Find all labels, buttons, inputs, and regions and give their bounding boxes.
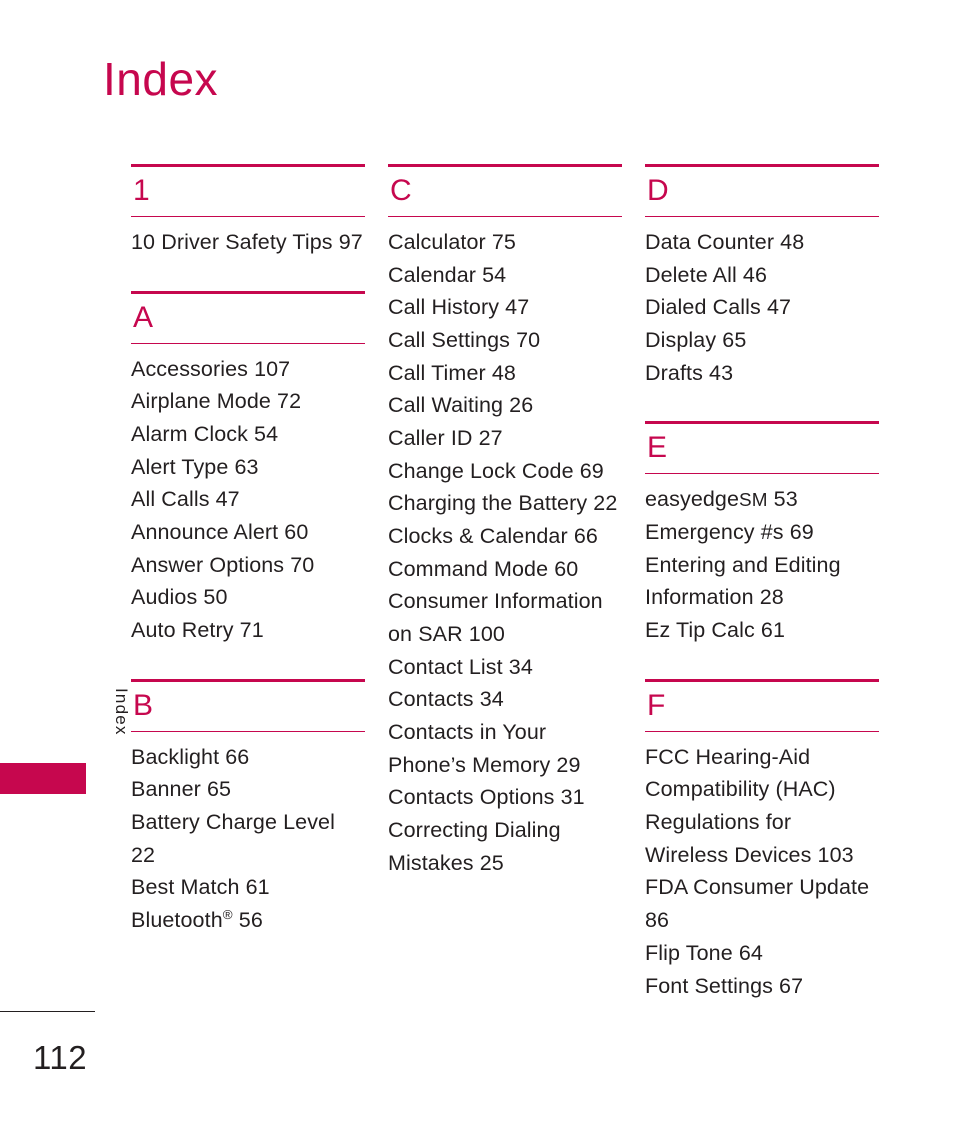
index-entry[interactable]: Airplane Mode 72	[131, 385, 365, 418]
index-column: 1 10 Driver Safety Tips 97 A Accessories 10…	[131, 164, 365, 937]
section-letter-heading: 1	[133, 174, 150, 207]
index-entry[interactable]: Charging the Battery 22	[388, 487, 622, 520]
index-entry[interactable]: Alert Type 63	[131, 451, 365, 484]
section-letter-heading: A	[133, 300, 154, 334]
index-entry[interactable]: Emergency #s 69	[645, 516, 879, 549]
index-entry[interactable]: Correcting Dialing Mistakes 25	[388, 814, 622, 879]
index-entry[interactable]: Entering and Editing Information 28	[645, 549, 879, 614]
index-entry[interactable]: Answer Options 70	[131, 549, 365, 582]
index-letter-section: C Calculator 75 Calendar 54 Call History 47…	[388, 164, 622, 879]
index-entry[interactable]: Call Timer 48	[388, 357, 622, 390]
index-entry[interactable]: Alarm Clock 54	[131, 418, 365, 451]
index-letter-section: D Data Counter 48 Delete All 46 Dialed Call…	[645, 164, 879, 389]
index-entry[interactable]: Dialed Calls 47	[645, 291, 879, 324]
index-entry-list: Data Counter 48 Delete All 46 Dialed Calls…	[645, 217, 879, 389]
index-letter-section: 1 10 Driver Safety Tips 97	[131, 164, 365, 259]
index-entry[interactable]: Flip Tone 64	[645, 937, 879, 970]
index-entry-list: FCC Hearing-Aid Compatibility (HAC) Regu…	[645, 732, 879, 1002]
index-entry[interactable]: Change Lock Code 69	[388, 455, 622, 488]
index-entry-list: easyedgeSM 53 Emergency #s 69 Entering and…	[645, 474, 879, 646]
index-entry-list: Calculator 75 Calendar 54 Call History 47 C…	[388, 217, 622, 879]
index-entry[interactable]: easyedgeSM 53	[645, 483, 879, 516]
index-entry[interactable]: Announce Alert 60	[131, 516, 365, 549]
section-letter-heading: D	[647, 174, 669, 207]
section-letter-heading: B	[133, 688, 154, 722]
index-column: C Calculator 75 Calendar 54 Call History 47…	[388, 164, 622, 879]
index-entry-list: Backlight 66 Banner 65 Battery Charge Leve…	[131, 732, 365, 937]
page-title: Index	[103, 53, 219, 105]
index-entry[interactable]: Drafts 43	[645, 357, 879, 390]
side-tab-label: Index	[112, 688, 131, 736]
section-letter-heading: E	[647, 431, 668, 465]
index-entry[interactable]: Delete All 46	[645, 259, 879, 292]
section-letter-heading: C	[390, 174, 412, 207]
index-entry[interactable]: Contacts Options 31	[388, 781, 622, 814]
footer-divider	[0, 1011, 95, 1012]
index-entry[interactable]: Contacts 34	[388, 683, 622, 716]
index-letter-section: A Accessories 107 Airplane Mode 72 Alarm Cl…	[131, 290, 365, 647]
index-entry[interactable]: Call Settings 70	[388, 324, 622, 357]
index-entry[interactable]: Bluetooth® 56	[131, 904, 365, 937]
index-entry[interactable]: FDA Consumer Update 86	[645, 871, 879, 936]
index-entry[interactable]: FCC Hearing-Aid Compatibility (HAC) Regu…	[645, 741, 879, 872]
index-entry[interactable]: Font Settings 67	[645, 970, 879, 1003]
section-letter-heading: F	[647, 688, 666, 722]
index-entry[interactable]: Call Waiting 26	[388, 389, 622, 422]
index-columns: 1 10 Driver Safety Tips 97 A Accessories 10…	[131, 164, 879, 1002]
side-tab-marker	[0, 763, 86, 794]
index-entry[interactable]: Data Counter 48	[645, 226, 879, 259]
index-entry[interactable]: Caller ID 27	[388, 422, 622, 455]
index-letter-section: B Backlight 66 Banner 65 Battery Charge Lev…	[131, 678, 365, 937]
index-entry[interactable]: Contacts in Your Phone’s Memory 29	[388, 716, 622, 781]
index-entry[interactable]: Audios 50	[131, 581, 365, 614]
index-entry[interactable]: Contact List 34	[388, 651, 622, 684]
index-entry[interactable]: Battery Charge Level 22	[131, 806, 365, 871]
index-entry[interactable]: Display 65	[645, 324, 879, 357]
index-entry[interactable]: Banner 65	[131, 773, 365, 806]
index-entry[interactable]: All Calls 47	[131, 483, 365, 516]
index-entry[interactable]: Backlight 66	[131, 741, 365, 774]
index-entry-list: 10 Driver Safety Tips 97	[131, 217, 365, 259]
index-entry[interactable]: Best Match 61	[131, 871, 365, 904]
index-letter-section: EeasyedgeSM 53 Emergency #s 69 Entering an…	[645, 421, 879, 646]
index-entry[interactable]: Auto Retry 71	[131, 614, 365, 647]
index-entry[interactable]: Ez Tip Calc 61	[645, 614, 879, 647]
index-letter-section: F FCC Hearing-Aid Compatibility (HAC) Reg…	[645, 678, 879, 1002]
index-entry[interactable]: Calculator 75	[388, 226, 622, 259]
index-entry[interactable]: Clocks & Calendar 66	[388, 520, 622, 553]
index-entry[interactable]: Command Mode 60	[388, 553, 622, 586]
index-entry[interactable]: Accessories 107	[131, 353, 365, 386]
index-entry[interactable]: Consumer Information on SAR 100	[388, 585, 622, 650]
page-number: 112	[33, 1039, 88, 1076]
index-entry[interactable]: 10 Driver Safety Tips 97	[131, 226, 365, 259]
index-column: D Data Counter 48 Delete All 46 Dialed Call…	[645, 164, 879, 1002]
index-entry[interactable]: Call History 47	[388, 291, 622, 324]
index-entry-list: Accessories 107 Airplane Mode 72 Alarm Clo…	[131, 344, 365, 647]
index-entry[interactable]: Calendar 54	[388, 259, 622, 292]
